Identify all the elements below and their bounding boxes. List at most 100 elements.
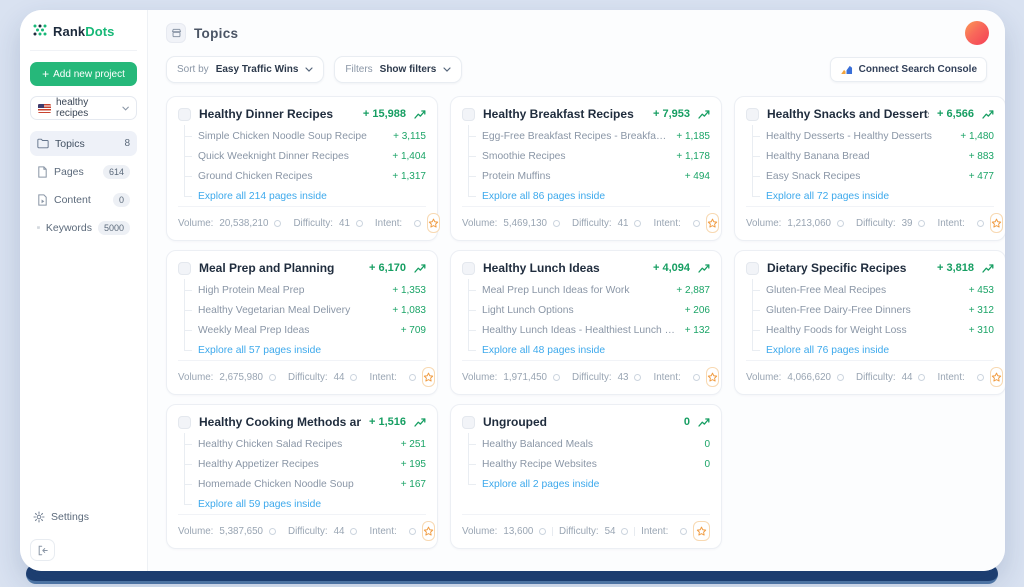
volume-value: 2,675,980	[219, 372, 263, 383]
favorite-button[interactable]	[706, 213, 719, 233]
page-label[interactable]: Egg-Free Breakfast Recipes - Breakfast F…	[482, 131, 668, 142]
explore-pages-link[interactable]: Explore all 59 pages inside	[198, 499, 321, 510]
add-new-project-button[interactable]: + Add new project	[30, 62, 137, 86]
topic-checkbox[interactable]	[178, 108, 191, 121]
us-flag-icon	[38, 104, 51, 113]
info-icon[interactable]	[680, 528, 687, 535]
page-label[interactable]: High Protein Meal Prep	[198, 285, 384, 296]
info-icon[interactable]	[693, 220, 700, 227]
page-delta: + 1,480	[960, 131, 994, 142]
page-label[interactable]: Healthy Desserts - Healthy Desserts	[766, 131, 952, 142]
favorite-button[interactable]	[706, 367, 719, 387]
page-label[interactable]: Healthy Appetizer Recipes	[198, 459, 393, 470]
page-label[interactable]: Healthy Foods for Weight Loss	[766, 325, 961, 336]
page-label[interactable]: Smoothie Recipes	[482, 151, 668, 162]
explore-pages-link[interactable]: Explore all 214 pages inside	[198, 191, 327, 202]
explore-pages-link[interactable]: Explore all 57 pages inside	[198, 345, 321, 356]
sidebar-item-content[interactable]: Content 0	[30, 187, 137, 212]
explore-pages-link[interactable]: Explore all 72 pages inside	[766, 191, 889, 202]
page-label[interactable]: Healthy Banana Bread	[766, 151, 961, 162]
info-icon[interactable]	[634, 220, 641, 227]
sidebar-nav: Topics 8 Pages 614 Content 0	[30, 131, 137, 240]
info-icon[interactable]	[350, 528, 357, 535]
page-label[interactable]: Meal Prep Lunch Ideas for Work	[482, 285, 668, 296]
info-icon[interactable]	[918, 374, 925, 381]
page-label[interactable]: Homemade Chicken Noodle Soup	[198, 479, 393, 490]
filters-dropdown[interactable]: Filters Show filters	[334, 56, 462, 83]
info-icon[interactable]	[269, 528, 276, 535]
star-icon	[428, 218, 439, 229]
explore-pages-link[interactable]: Explore all 2 pages inside	[482, 479, 599, 490]
page-delta: + 1,178	[676, 151, 710, 162]
page-label[interactable]: Gluten-Free Dairy-Free Dinners	[766, 305, 961, 316]
page-row: Healthy Desserts - Healthy Desserts + 1,…	[751, 126, 994, 146]
collapse-sidebar-button[interactable]	[30, 539, 55, 561]
favorite-button[interactable]	[990, 367, 1003, 387]
info-icon[interactable]	[693, 374, 700, 381]
favorite-button[interactable]	[422, 367, 435, 387]
brand-logo[interactable]: RankDots	[30, 23, 137, 51]
info-icon[interactable]	[918, 220, 925, 227]
favorite-button[interactable]	[693, 521, 710, 541]
info-icon[interactable]	[553, 374, 560, 381]
page-label[interactable]: Healthy Recipe Websites	[482, 459, 696, 470]
sidebar-item-pages[interactable]: Pages 614	[30, 159, 137, 184]
page-label[interactable]: Easy Snack Recipes	[766, 171, 961, 182]
page-label[interactable]: Protein Muffins	[482, 171, 677, 182]
topic-checkbox[interactable]	[746, 262, 759, 275]
info-icon[interactable]	[634, 374, 641, 381]
explore-pages-link[interactable]: Explore all 76 pages inside	[766, 345, 889, 356]
explore-pages-link[interactable]: Explore all 86 pages inside	[482, 191, 605, 202]
topic-checkbox[interactable]	[178, 262, 191, 275]
explore-pages-link[interactable]: Explore all 48 pages inside	[482, 345, 605, 356]
page-delta: + 132	[685, 325, 710, 336]
favorite-button[interactable]	[990, 213, 1003, 233]
page-label[interactable]: Healthy Vegetarian Meal Delivery	[198, 305, 384, 316]
topic-checkbox[interactable]	[462, 416, 475, 429]
page-label[interactable]: Ground Chicken Recipes	[198, 171, 384, 182]
sidebar-item-settings[interactable]: Settings	[30, 507, 137, 527]
user-avatar[interactable]	[965, 21, 989, 45]
topic-checkbox[interactable]	[462, 262, 475, 275]
volume-label: Volume:	[178, 218, 213, 229]
info-icon[interactable]	[621, 528, 628, 535]
info-icon[interactable]	[414, 220, 421, 227]
info-icon[interactable]	[553, 220, 560, 227]
page-delta: 0	[704, 459, 710, 470]
favorite-button[interactable]	[422, 521, 435, 541]
topic-traffic-delta: 0	[684, 416, 690, 428]
page-label[interactable]: Healthy Balanced Meals	[482, 439, 696, 450]
page-label[interactable]: Weekly Meal Prep Ideas	[198, 325, 393, 336]
info-icon[interactable]	[350, 374, 357, 381]
info-icon[interactable]	[539, 528, 546, 535]
info-icon[interactable]	[356, 220, 363, 227]
topic-checkbox[interactable]	[462, 108, 475, 121]
info-icon[interactable]	[409, 528, 416, 535]
project-select[interactable]: healthy recipes	[30, 96, 137, 120]
topic-title: Meal Prep and Planning	[199, 261, 361, 275]
connect-search-console-button[interactable]: Connect Search Console	[830, 57, 987, 82]
page-label[interactable]: Light Lunch Options	[482, 305, 677, 316]
favorite-button[interactable]	[427, 213, 440, 233]
info-icon[interactable]	[977, 220, 984, 227]
page-label[interactable]: Quick Weeknight Dinner Recipes	[198, 151, 384, 162]
page-label[interactable]: Healthy Chicken Salad Recipes	[198, 439, 393, 450]
project-select-value: healthy recipes	[56, 97, 117, 119]
page-label[interactable]: Simple Chicken Noodle Soup Recipe	[198, 131, 385, 142]
info-icon[interactable]	[409, 374, 416, 381]
sort-by-dropdown[interactable]: Sort by Easy Traffic Wins	[166, 56, 324, 83]
intent-label: Intent:	[937, 218, 964, 229]
sidebar-item-topics[interactable]: Topics 8	[30, 131, 137, 156]
sidebar-item-keywords[interactable]: Keywords 5000	[30, 215, 137, 240]
page-label[interactable]: Healthy Lunch Ideas - Healthiest Lunch R…	[482, 325, 677, 336]
topic-card: Healthy Dinner Recipes + 15,988 Simple C…	[166, 96, 438, 241]
info-icon[interactable]	[977, 374, 984, 381]
info-icon[interactable]	[274, 220, 281, 227]
info-icon[interactable]	[837, 220, 844, 227]
info-icon[interactable]	[837, 374, 844, 381]
page-label[interactable]: Gluten-Free Meal Recipes	[766, 285, 961, 296]
difficulty-label: Difficulty:	[559, 526, 599, 537]
info-icon[interactable]	[269, 374, 276, 381]
topic-checkbox[interactable]	[178, 416, 191, 429]
topic-checkbox[interactable]	[746, 108, 759, 121]
